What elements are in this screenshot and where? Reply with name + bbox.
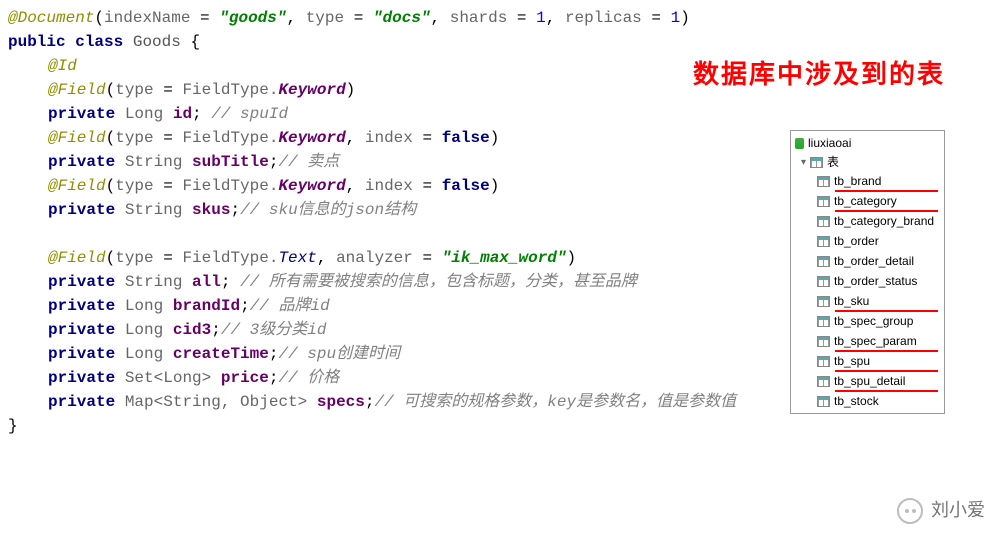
table-name: tb_spec_param: [834, 332, 917, 350]
table-item[interactable]: tb_sku: [817, 291, 940, 311]
line-class: public class Goods {: [8, 30, 997, 54]
table-name: tb_order_detail: [834, 252, 914, 270]
database-icon: [795, 138, 804, 149]
table-icon: [817, 296, 830, 307]
watermark: 刘小爱: [897, 497, 985, 524]
table-item[interactable]: tb_spu_detail: [817, 371, 940, 391]
table-name: tb_order: [834, 232, 879, 250]
table-list: tb_brand tb_category tb_category_brand tb_o…: [795, 171, 940, 411]
chevron-down-icon: ▾: [801, 155, 806, 170]
table-icon: [817, 396, 830, 407]
tables-folder[interactable]: ▾ 表: [795, 153, 940, 171]
db-tree: liuxiaoai ▾ 表 tb_brand tb_category tb_cate…: [790, 130, 945, 414]
table-icon: [817, 316, 830, 327]
table-icon: [817, 176, 830, 187]
table-folder-icon: [810, 157, 823, 168]
table-icon: [817, 196, 830, 207]
table-name: tb_spec_group: [834, 312, 913, 330]
table-name: tb_sku: [834, 292, 869, 310]
table-item[interactable]: tb_order_detail: [817, 251, 940, 271]
line-id: private Long id; // spuId: [8, 102, 997, 126]
db-name: liuxiaoai: [808, 134, 851, 152]
table-item[interactable]: tb_brand: [817, 171, 940, 191]
table-item[interactable]: tb_stock: [817, 391, 940, 411]
table-icon: [817, 236, 830, 247]
table-icon: [817, 256, 830, 267]
table-item[interactable]: tb_order_status: [817, 271, 940, 291]
table-name: tb_brand: [834, 172, 881, 190]
line-close: }: [8, 414, 997, 438]
table-item[interactable]: tb_order: [817, 231, 940, 251]
table-name: tb_category_brand: [834, 212, 934, 230]
table-icon: [817, 276, 830, 287]
line-document: @Document(indexName = "goods", type = "d…: [8, 6, 997, 30]
table-icon: [817, 336, 830, 347]
table-icon: [817, 376, 830, 387]
table-item[interactable]: tb_spec_group: [817, 311, 940, 331]
table-name: tb_stock: [834, 392, 879, 410]
db-root[interactable]: liuxiaoai: [795, 133, 940, 153]
table-icon: [817, 216, 830, 227]
tables-folder-label: 表: [827, 153, 839, 171]
table-name: tb_spu_detail: [834, 372, 905, 390]
table-name: tb_category: [834, 192, 897, 210]
table-name: tb_order_status: [834, 272, 917, 290]
table-item[interactable]: tb_category_brand: [817, 211, 940, 231]
db-tables-title: 数据库中涉及到的表: [693, 55, 945, 94]
table-item[interactable]: tb_category: [817, 191, 940, 211]
watermark-text: 刘小爱: [931, 497, 985, 524]
wechat-icon: [897, 498, 923, 524]
table-item[interactable]: tb_spu: [817, 351, 940, 371]
table-item[interactable]: tb_spec_param: [817, 331, 940, 351]
table-icon: [817, 356, 830, 367]
table-name: tb_spu: [834, 352, 870, 370]
annotation-document: @Document: [8, 9, 94, 27]
